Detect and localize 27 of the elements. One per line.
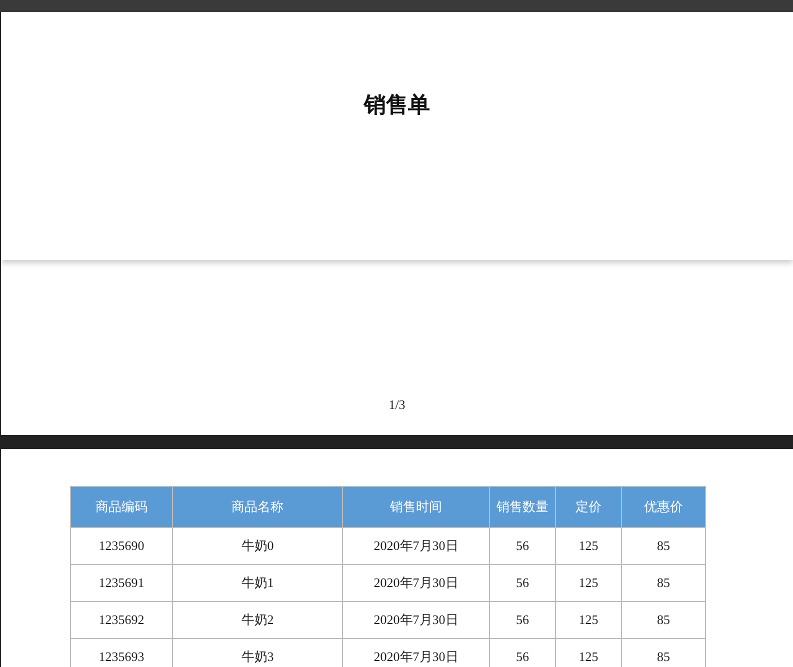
column-header: 定价 bbox=[556, 486, 622, 528]
table-cell: 2020年7月30日 bbox=[342, 528, 490, 564]
table-cell: 125 bbox=[556, 528, 622, 564]
table-cell: 1235690 bbox=[70, 528, 172, 564]
table-cell: 56 bbox=[490, 528, 556, 564]
column-header: 销售数量 bbox=[490, 486, 556, 528]
table-cell: 2020年7月30日 bbox=[342, 602, 490, 638]
column-header: 商品名称 bbox=[172, 486, 342, 528]
table-cell: 牛奶2 bbox=[172, 602, 342, 638]
table-cell: 85 bbox=[622, 564, 706, 602]
page-number: 1/3 bbox=[388, 397, 406, 413]
table-cell: 牛奶1 bbox=[172, 564, 342, 602]
column-header: 销售时间 bbox=[342, 486, 490, 528]
table-cell: 56 bbox=[490, 564, 556, 602]
table-cell: 牛奶0 bbox=[172, 528, 342, 564]
column-header: 优惠价 bbox=[622, 486, 706, 528]
table-cell: 56 bbox=[490, 602, 556, 638]
table-cell: 1235691 bbox=[70, 564, 172, 602]
table-cell: 125 bbox=[556, 602, 622, 638]
table-cell: 125 bbox=[556, 564, 622, 602]
column-header: 商品编码 bbox=[70, 486, 172, 528]
table-cell: 1235693 bbox=[70, 638, 172, 667]
table-cell: 85 bbox=[622, 602, 706, 638]
table-cell: 2020年7月30日 bbox=[342, 564, 490, 602]
table-cell: 1235692 bbox=[70, 602, 172, 638]
document-title: 销售单 bbox=[364, 92, 430, 118]
table-cell: 85 bbox=[622, 528, 706, 564]
